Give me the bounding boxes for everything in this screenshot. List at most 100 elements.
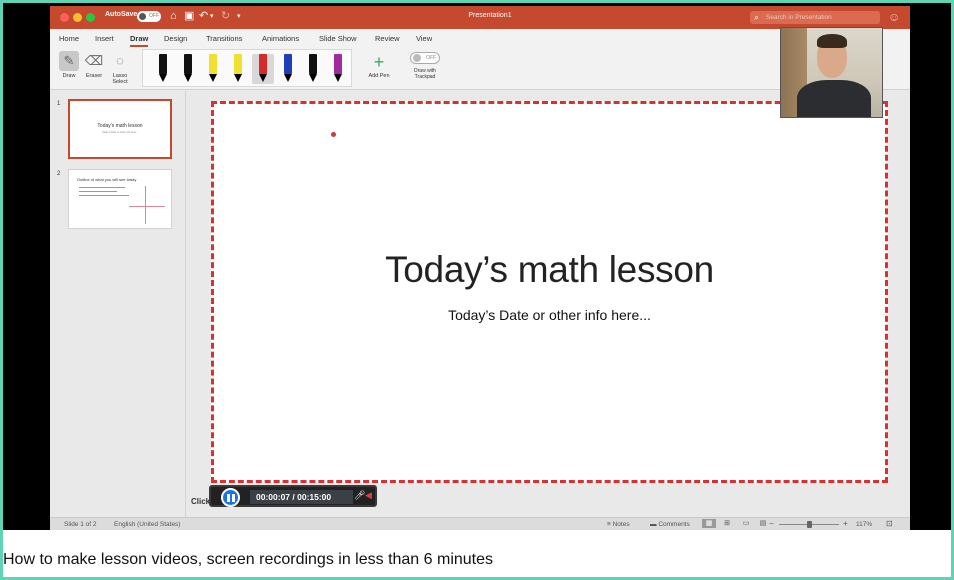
thumbnail-bullet — [79, 195, 129, 196]
video-caption: How to make lesson videos, screen record… — [3, 551, 951, 569]
pen-5[interactable] — [252, 54, 274, 84]
document-title: Presentation1 — [450, 12, 530, 19]
zoom-level[interactable]: 117% — [856, 521, 872, 528]
title-bar: AutoSave OFF ⌂ ▣ ↶ ▾ ↻ ▾ Presentation1 ⌕… — [50, 6, 910, 29]
trackpad-label-line2: Trackpad — [415, 74, 436, 80]
autosave-toggle[interactable]: OFF — [137, 11, 161, 22]
pen-2[interactable] — [182, 54, 194, 84]
video-player[interactable]: AutoSave OFF ⌂ ▣ ↶ ▾ ↻ ▾ Presentation1 ⌕… — [3, 3, 951, 530]
minimize-window-button[interactable] — [73, 13, 82, 22]
redo-icon[interactable]: ↻ — [221, 9, 230, 24]
pen-1[interactable] — [157, 54, 169, 84]
tab-transitions[interactable]: Transitions — [206, 34, 242, 43]
search-icon: ⌕ — [754, 12, 759, 23]
ink-dot — [331, 132, 336, 137]
slide-title[interactable]: Today’s math lesson — [214, 249, 885, 291]
thumbnail-title: Today's math lesson — [70, 123, 170, 129]
comments-status-button[interactable]: ▬ Comments — [650, 521, 690, 528]
pen-tip — [159, 74, 167, 82]
fit-slide-icon[interactable]: ⊡ — [886, 519, 893, 528]
notes-label: Notes — [613, 521, 630, 528]
pen-gallery — [142, 49, 352, 87]
pen-tip — [184, 74, 192, 82]
thumbnail-bullet — [79, 187, 125, 188]
slide-counter: Slide 1 of 2 — [64, 521, 97, 528]
tab-draw[interactable]: Draw — [130, 34, 148, 43]
tab-home[interactable]: Home — [59, 34, 79, 43]
undo-dropdown-icon[interactable]: ▾ — [210, 9, 214, 24]
pause-recording-button[interactable] — [221, 488, 240, 507]
zoom-out-icon[interactable]: − — [769, 519, 774, 528]
slide-thumbnail-1[interactable]: Today's math lesson Today's Date or othe… — [68, 99, 172, 159]
pen-tip — [234, 74, 242, 82]
add-pen-label: Add Pen — [368, 73, 389, 79]
slide-sorter-icon[interactable]: ⊞ — [720, 519, 734, 528]
webcam-person-body — [797, 80, 871, 118]
pen-body — [234, 54, 242, 74]
video-frame: AutoSave OFF ⌂ ▣ ↶ ▾ ↻ ▾ Presentation1 ⌕… — [3, 3, 951, 577]
tab-view[interactable]: View — [416, 34, 432, 43]
language-indicator[interactable]: English (United States) — [114, 521, 180, 528]
recording-controls: 00:00:07 / 00:15:00 🎤︎ ◀ — [209, 485, 377, 507]
lasso-icon: ◌ — [110, 51, 130, 71]
maximize-window-button[interactable] — [86, 13, 95, 22]
save-icon[interactable]: ▣ — [184, 9, 194, 24]
search-input[interactable]: ⌕ Search in Presentation — [750, 11, 880, 24]
lasso-select-button[interactable]: ◌ Lasso Select — [107, 51, 133, 85]
feedback-smiley-icon[interactable]: ☺ — [888, 10, 900, 24]
microphone-icon[interactable]: 🎤︎ — [354, 490, 365, 501]
undo-icon[interactable]: ↶ — [199, 9, 208, 24]
pen-tip — [334, 74, 342, 82]
thumbnail-graph-axis — [145, 186, 146, 224]
draw-with-trackpad[interactable]: OFF Draw with Trackpad — [405, 52, 445, 80]
pen-tip — [309, 74, 317, 82]
close-window-button[interactable] — [60, 13, 69, 22]
thumbnail-subtitle: Today's Date or other info here... — [70, 131, 170, 134]
click-hint-text: Click — [191, 497, 210, 506]
notes-button[interactable]: ≡ Notes — [607, 521, 630, 528]
comments-label: Comments — [658, 521, 689, 528]
add-pen-button[interactable]: + Add Pen — [364, 51, 394, 79]
pen-tip — [209, 74, 217, 82]
slide-editor: Today’s math lesson Today’s Date or othe… — [187, 91, 910, 517]
pen-body — [334, 54, 342, 74]
tab-animations[interactable]: Animations — [262, 34, 299, 43]
pen-tip — [284, 74, 292, 82]
reading-view-icon[interactable]: ▭ — [739, 519, 753, 528]
tab-design[interactable]: Design — [164, 34, 187, 43]
zoom-in-icon[interactable]: + — [843, 519, 848, 528]
eraser-icon: ⌫ — [84, 51, 104, 71]
eraser-button[interactable]: ⌫ Eraser — [81, 51, 107, 79]
customize-toolbar-icon[interactable]: ▾ — [237, 9, 241, 24]
slide-subtitle[interactable]: Today’s Date or other info here... — [214, 307, 885, 323]
zoom-slider-knob[interactable] — [807, 521, 812, 528]
pen-6[interactable] — [282, 54, 294, 84]
slide-thumbnail-pane: 1 Today's math lesson Today's Date or ot… — [50, 91, 186, 517]
pen-body — [159, 54, 167, 74]
recording-timer: 00:00:07 / 00:15:00 — [250, 490, 353, 504]
pen-body — [284, 54, 292, 74]
pen-tip — [259, 74, 267, 82]
trackpad-toggle[interactable]: OFF — [410, 52, 440, 64]
webcam-overlay — [780, 27, 883, 118]
pen-7[interactable] — [307, 54, 319, 84]
tab-insert[interactable]: Insert — [95, 34, 114, 43]
tab-review[interactable]: Review — [375, 34, 400, 43]
thumbnail-number: 2 — [57, 171, 60, 177]
autosave-label: AutoSave — [105, 11, 137, 18]
slide-thumbnail-2[interactable]: Outline of what you will see today — [68, 169, 172, 229]
speaker-muted-icon[interactable]: ◀ — [365, 490, 372, 501]
draw-tool-button[interactable]: ✎ Draw — [56, 51, 82, 79]
pen-8[interactable] — [332, 54, 344, 84]
home-icon[interactable]: ⌂ — [170, 9, 177, 24]
slideshow-view-icon[interactable]: ▤ — [756, 519, 770, 528]
slide-canvas[interactable]: Today’s math lesson Today’s Date or othe… — [211, 101, 888, 483]
normal-view-icon[interactable]: ▦ — [702, 519, 716, 528]
pen-3[interactable] — [207, 54, 219, 84]
eraser-label: Eraser — [86, 73, 102, 79]
pen-4[interactable] — [232, 54, 244, 84]
tab-slide-show[interactable]: Slide Show — [319, 34, 357, 43]
webcam-person-hair — [817, 34, 847, 48]
thumbnail-number: 1 — [57, 101, 60, 107]
add-pen-icon: + — [364, 51, 394, 73]
